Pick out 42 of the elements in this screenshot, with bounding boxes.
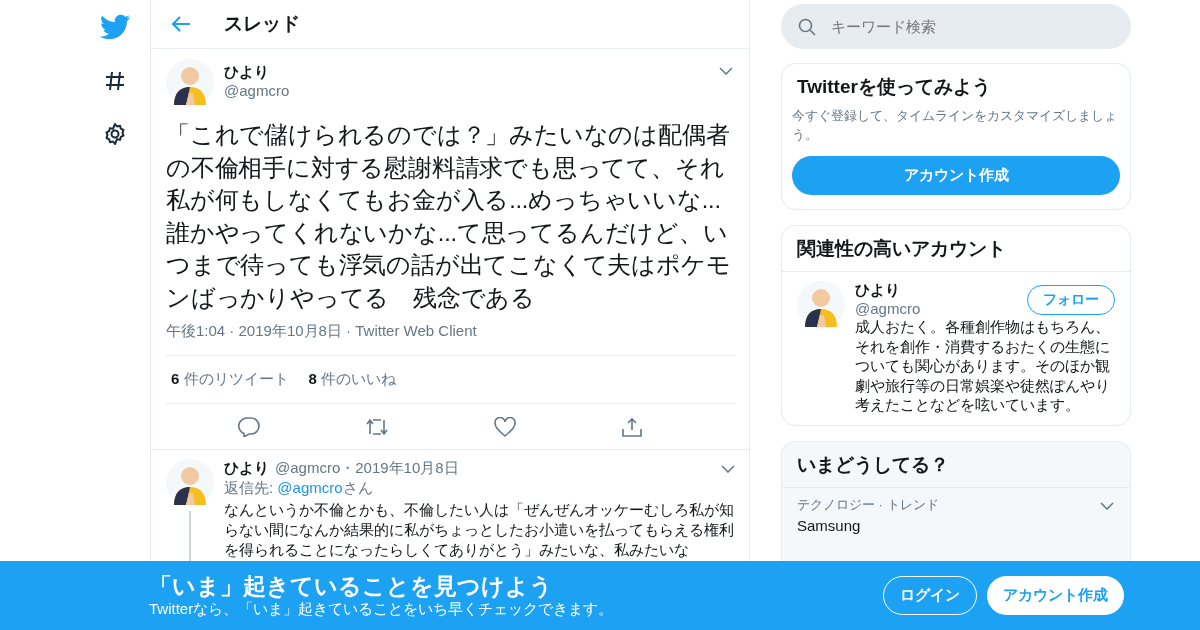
share-icon[interactable]: [620, 417, 643, 437]
page-title: スレッド: [224, 12, 300, 36]
stat-link[interactable]: 8 件のいいね: [308, 370, 397, 389]
trend-category: テクノロジー · トレンド: [797, 495, 939, 514]
tweet-timestamp[interactable]: 午後1:04 · 2019年10月8日 · Twitter Web Client: [166, 322, 735, 356]
user-bio: 成人おたく。各種創作物はもちろん、それを創作・消費するおたくの生態についても関心があります。そのほか観劇や旅行等の日常娯楽や徒然ぽんやり考えたことなどを呟いています。: [855, 317, 1111, 415]
settings-icon[interactable]: [103, 122, 127, 146]
trend-name[interactable]: Samsung: [797, 516, 939, 534]
card-title: いまどうしてる？: [797, 453, 949, 475]
reply-icon[interactable]: [238, 417, 261, 437]
create-account-button[interactable]: アカウント作成: [792, 156, 1120, 195]
card-text: 今すぐ登録して、タイムラインをカスタマイズしましょう。: [792, 107, 1118, 144]
chevron-icon[interactable]: [719, 67, 733, 75]
chevron-icon[interactable]: [721, 464, 735, 473]
hashtag-icon[interactable]: [103, 69, 127, 93]
retweet-icon[interactable]: [365, 417, 390, 437]
tweet-text: 「これで儲けられるのでは？」みたいなのは配偶者の不倫相手に対する慰謝料請求でも思ってて、それ私が何もしなくてもお金が入る...めっちゃいいな...誰かやってくれないかな...て思ってるんだけど、いつまで待っても浮気の話が出てこなくて夫はポケモンばっかりやってる 残念である: [166, 121, 732, 313]
login-button[interactable]: ログイン: [883, 576, 977, 615]
mention-link[interactable]: @agmcro: [277, 479, 343, 496]
banner-title: 「いま」起きていることを見つけよう: [149, 572, 554, 600]
reply-text: なんというか不倫とかも、不倫したい人は「ぜんぜんオッケーむしろ私が知らない間になんか結果的に私がちょっとしたお小遣いを払ってもらえる権利を得られることになったらしくてありがとう」みたいな、私みたいな: [224, 500, 735, 560]
reply-to-text: 返信先: @agmcroさん: [224, 479, 374, 498]
user-name: ひより: [224, 63, 270, 82]
chevron-icon[interactable]: [1100, 501, 1114, 510]
banner-subtitle: Twitterなら、「いま」起きていることをいち早くチェックできます。: [149, 600, 614, 619]
back-arrow-icon[interactable]: [171, 15, 191, 33]
user-name: ひより: [224, 459, 269, 478]
heart-icon[interactable]: [493, 417, 516, 437]
signup-button[interactable]: アカウント作成: [987, 576, 1124, 615]
follow-button[interactable]: フォロー: [1027, 285, 1115, 315]
user-handle: @agmcro: [855, 300, 921, 317]
search-field[interactable]: キーワード検索: [781, 4, 1131, 49]
stat-link[interactable]: 6 件のリツイート: [171, 370, 289, 389]
avatar-icon: [797, 281, 845, 329]
card-title: 関連性の高いアカウント: [797, 238, 1006, 259]
card-title: Twitterを使ってみよう: [796, 75, 992, 99]
avatar-icon: [166, 59, 214, 107]
user-name: ひより: [855, 281, 901, 300]
bird-logo-icon[interactable]: [100, 14, 130, 40]
avatar-icon: [166, 459, 214, 507]
handle-and-date: @agmcro・2019年10月8日: [275, 459, 459, 478]
user-handle: @agmcro: [224, 82, 290, 99]
